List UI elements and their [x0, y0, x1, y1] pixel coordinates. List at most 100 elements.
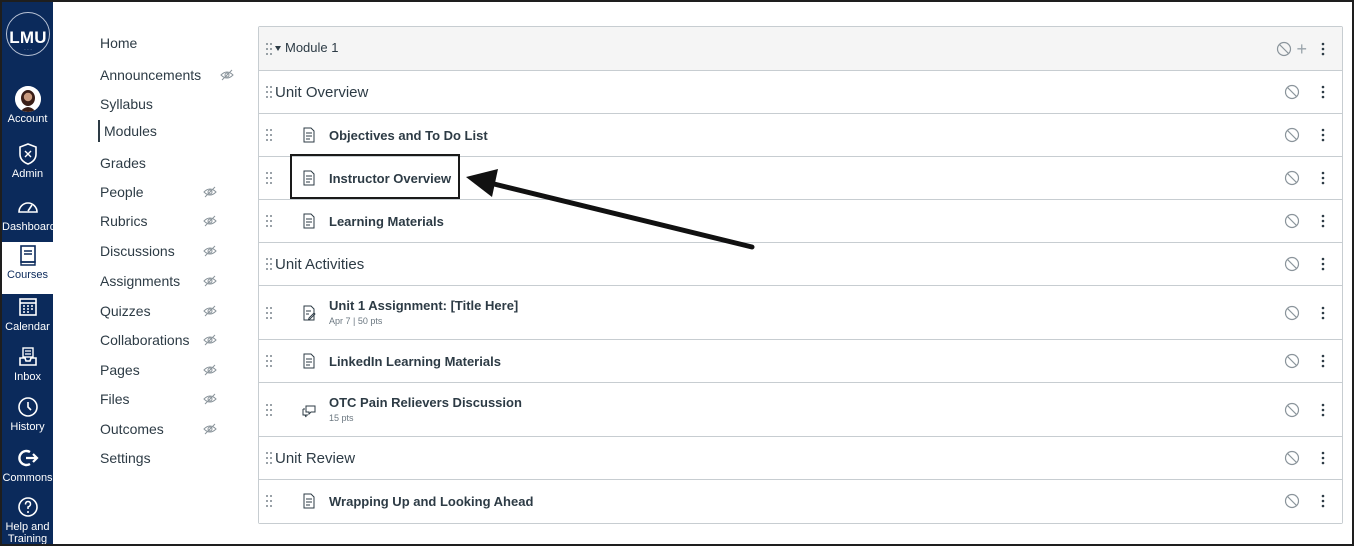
- global-nav-inbox[interactable]: Inbox: [2, 344, 53, 396]
- kebab-menu-icon[interactable]: [1321, 257, 1325, 271]
- unpublished-icon[interactable]: [1276, 41, 1292, 57]
- unpublished-icon[interactable]: [1284, 305, 1300, 321]
- course-nav-modules[interactable]: Modules: [98, 120, 238, 142]
- global-nav-inbox-label: Inbox: [14, 371, 41, 383]
- hidden-eye-icon: [203, 305, 217, 317]
- course-nav-rubrics[interactable]: Rubrics: [100, 210, 240, 232]
- course-nav-settings[interactable]: Settings: [100, 447, 240, 469]
- course-nav-assignments[interactable]: Assignments: [100, 270, 240, 292]
- item-title-link[interactable]: Wrapping Up and Looking Ahead: [329, 494, 533, 509]
- kebab-menu-icon[interactable]: [1321, 451, 1325, 465]
- kebab-menu-icon[interactable]: [1321, 171, 1325, 185]
- course-nav-files[interactable]: Files: [100, 388, 240, 410]
- global-nav-account[interactable]: Account: [2, 86, 53, 138]
- course-nav-label: Discussions: [100, 243, 175, 259]
- kebab-menu-icon[interactable]: [1321, 214, 1325, 228]
- drag-handle-icon[interactable]: [265, 354, 273, 368]
- item-title-link[interactable]: OTC Pain Relievers Discussion: [329, 395, 522, 410]
- hidden-eye-icon: [203, 215, 217, 227]
- course-nav-syllabus[interactable]: Syllabus: [100, 93, 240, 115]
- course-nav-outcomes[interactable]: Outcomes: [100, 418, 240, 440]
- global-nav-admin[interactable]: Admin: [2, 141, 53, 193]
- item-title-link[interactable]: Unit 1 Assignment: [Title Here]: [329, 298, 518, 313]
- course-nav-label: Grades: [100, 155, 146, 171]
- global-nav-admin-label: Admin: [11, 168, 44, 180]
- course-nav-label: Outcomes: [100, 421, 164, 437]
- kebab-menu-icon[interactable]: [1321, 494, 1325, 508]
- module-item[interactable]: OTC Pain Relievers Discussion 15 pts: [259, 383, 1342, 437]
- lmu-logo[interactable]: LMU · · ·: [6, 6, 50, 70]
- course-nav-announcements[interactable]: Announcements: [100, 64, 240, 86]
- drag-handle-icon[interactable]: [265, 128, 273, 142]
- course-nav-label: Rubrics: [100, 213, 148, 229]
- global-nav-calendar[interactable]: Calendar: [2, 294, 53, 346]
- page-icon: [303, 353, 315, 369]
- drag-handle-icon[interactable]: [265, 257, 273, 271]
- unpublished-icon[interactable]: [1284, 493, 1300, 509]
- global-nav-dashboard-label: Dashboard: [2, 221, 56, 233]
- unpublished-icon[interactable]: [1284, 256, 1300, 272]
- hidden-eye-icon: [220, 69, 234, 81]
- unpublished-icon[interactable]: [1284, 353, 1300, 369]
- item-meta: 15 pts: [329, 413, 354, 423]
- course-nav-label: Quizzes: [100, 303, 151, 319]
- global-nav-help[interactable]: Help and Training: [2, 494, 53, 544]
- drag-handle-icon[interactable]: [265, 403, 273, 417]
- course-nav-pages[interactable]: Pages: [100, 359, 240, 381]
- kebab-menu-icon[interactable]: [1321, 42, 1325, 56]
- kebab-menu-icon[interactable]: [1321, 354, 1325, 368]
- courses-icon: [19, 245, 36, 266]
- module-item[interactable]: Wrapping Up and Looking Ahead: [259, 480, 1342, 523]
- drag-handle-icon[interactable]: [265, 85, 273, 99]
- global-nav-account-label: Account: [7, 113, 48, 125]
- kebab-menu-icon[interactable]: [1321, 85, 1325, 99]
- module-item[interactable]: LinkedIn Learning Materials: [259, 340, 1342, 383]
- unpublished-icon[interactable]: [1284, 170, 1300, 186]
- subheader-title: Unit Activities: [275, 256, 365, 273]
- global-nav-dashboard[interactable]: Dashboard: [2, 194, 56, 246]
- module-item[interactable]: Objectives and To Do List: [259, 114, 1342, 157]
- drag-handle-icon[interactable]: [265, 171, 273, 185]
- course-nav-grades[interactable]: Grades: [100, 152, 240, 174]
- course-nav-discussions[interactable]: Discussions: [100, 240, 240, 262]
- module-item[interactable]: Learning Materials: [259, 200, 1342, 243]
- global-nav-history[interactable]: History: [2, 394, 53, 446]
- module-subheader[interactable]: Unit Overview: [259, 71, 1342, 114]
- course-nav-home[interactable]: Home: [100, 32, 240, 54]
- module-subheader[interactable]: Unit Review: [259, 437, 1342, 480]
- unpublished-icon[interactable]: [1284, 127, 1300, 143]
- unpublished-icon[interactable]: [1284, 450, 1300, 466]
- course-nav-label: Files: [100, 391, 130, 407]
- assignment-icon: [303, 305, 316, 321]
- module-subheader[interactable]: Unit Activities: [259, 243, 1342, 286]
- module-header[interactable]: Module 1 +: [259, 27, 1342, 71]
- kebab-menu-icon[interactable]: [1321, 128, 1325, 142]
- drag-handle-icon[interactable]: [265, 494, 273, 508]
- unpublished-icon[interactable]: [1284, 402, 1300, 418]
- module-container: Module 1 + Unit Overview Objectives and …: [258, 26, 1343, 524]
- subheader-title: Unit Overview: [275, 84, 369, 101]
- inbox-icon: [18, 347, 37, 366]
- hidden-eye-icon: [203, 423, 217, 435]
- drag-handle-icon[interactable]: [265, 451, 273, 465]
- kebab-menu-icon[interactable]: [1321, 403, 1325, 417]
- global-nav-courses[interactable]: Courses: [2, 242, 53, 294]
- unpublished-icon[interactable]: [1284, 84, 1300, 100]
- add-item-button[interactable]: +: [1296, 40, 1307, 58]
- course-nav-collaborations[interactable]: Collaborations: [100, 329, 240, 351]
- item-meta: Apr 7 | 50 pts: [329, 316, 383, 326]
- kebab-menu-icon[interactable]: [1321, 306, 1325, 320]
- course-nav-people[interactable]: People: [100, 181, 240, 203]
- module-item[interactable]: Unit 1 Assignment: [Title Here] Apr 7 | …: [259, 286, 1342, 340]
- drag-handle-icon[interactable]: [265, 306, 273, 320]
- global-nav-commons[interactable]: Commons: [2, 445, 53, 497]
- course-nav-quizzes[interactable]: Quizzes: [100, 300, 240, 322]
- drag-handle-icon[interactable]: [265, 42, 273, 56]
- drag-handle-icon[interactable]: [265, 214, 273, 228]
- item-title-link[interactable]: Objectives and To Do List: [329, 128, 488, 143]
- collapse-caret-icon[interactable]: [275, 46, 281, 51]
- item-title-link[interactable]: LinkedIn Learning Materials: [329, 354, 501, 369]
- course-nav-label: Modules: [104, 123, 157, 139]
- item-title-link[interactable]: Learning Materials: [329, 214, 444, 229]
- unpublished-icon[interactable]: [1284, 213, 1300, 229]
